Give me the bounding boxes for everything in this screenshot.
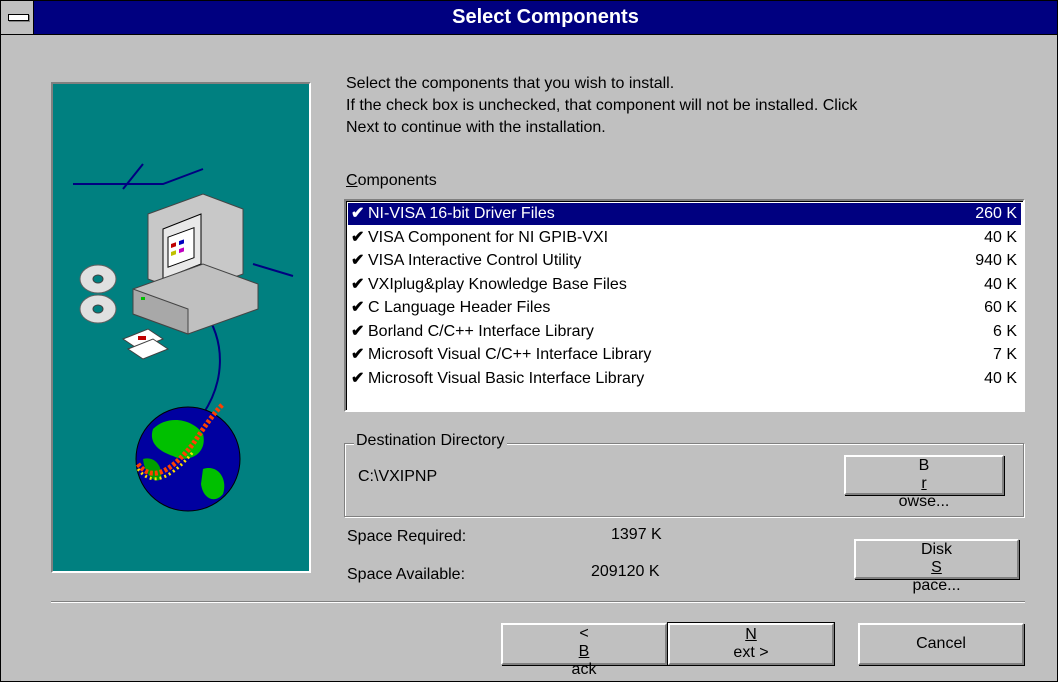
component-size: 40 K — [984, 369, 1017, 387]
component-name: NI-VISA 16-bit Driver Files — [368, 205, 555, 222]
disk-space-label-first: Disk — [920, 541, 953, 558]
component-size: 940 K — [975, 252, 1017, 269]
back-label-mnemonic: B — [578, 643, 590, 660]
component-name: Borland C/C++ Interface Library — [368, 322, 594, 340]
back-label-rest: ack — [571, 661, 597, 678]
next-label-rest: ext > — [733, 644, 769, 661]
checkmark-icon[interactable]: ✔ — [351, 274, 367, 296]
components-label: Components — [346, 172, 437, 190]
component-item[interactable]: ✔ VISA Component for NI GPIB-VXI 40 K — [348, 227, 1021, 249]
browse-label-mnemonic: r — [921, 475, 927, 492]
disk-space-label-rest: pace... — [912, 577, 961, 594]
component-size: 60 K — [984, 299, 1017, 316]
checkmark-icon[interactable]: ✔ — [351, 368, 367, 390]
window-title: Select Components — [452, 6, 639, 28]
component-size: 40 K — [984, 275, 1017, 293]
disk-space-button[interactable]: Disk Space... — [854, 539, 1019, 594]
browse-label-first: B — [918, 457, 930, 474]
space-required-value: 1397 K — [611, 526, 662, 543]
checkmark-icon[interactable]: ✔ — [351, 203, 367, 225]
setup-dialog: Select Components Select the components … — [0, 0, 1058, 682]
component-item[interactable]: ✔ NI-VISA 16-bit Driver Files 260 K — [348, 203, 1021, 225]
instructions-line-2: If the check box is unchecked, that comp… — [346, 97, 858, 114]
instructions: Select the components that you wish to i… — [346, 73, 1026, 139]
cancel-button[interactable]: Cancel — [858, 623, 1024, 665]
instructions-line-1: Select the components that you wish to i… — [346, 75, 675, 92]
disk-space-label-mnemonic: S — [931, 559, 942, 576]
browse-label-rest: owse... — [898, 493, 950, 510]
space-available-value: 209120 K — [591, 563, 660, 580]
system-menu-icon — [8, 14, 29, 21]
checkmark-icon[interactable]: ✔ — [351, 321, 367, 343]
component-item[interactable]: ✔ Microsoft Visual C/C++ Interface Librar… — [348, 344, 1021, 366]
separator — [51, 601, 1025, 603]
browse-button[interactable]: Br owse... — [844, 455, 1004, 510]
setup-illustration — [51, 82, 311, 573]
checkmark-icon[interactable]: ✔ — [351, 344, 367, 366]
component-item[interactable]: ✔ Borland C/C++ Interface Library 6 K — [348, 321, 1021, 343]
space-available-label: Space Available: — [347, 566, 466, 583]
component-name: Microsoft Visual Basic Interface Library — [368, 369, 645, 387]
destination-path: C:\VXIPNP — [358, 468, 438, 485]
title-bar: Select Components — [1, 1, 1057, 35]
component-name: Microsoft Visual C/C++ Interface Library — [368, 346, 652, 363]
component-size: 40 K — [984, 228, 1017, 246]
checkmark-icon[interactable]: ✔ — [351, 227, 367, 249]
components-label-rest: omponents — [357, 172, 437, 189]
next-label-mnemonic: N — [745, 626, 757, 643]
component-item[interactable]: ✔ VISA Interactive Control Utility 940 K — [348, 250, 1021, 272]
component-name: VISA Component for NI GPIB-VXI — [368, 228, 609, 246]
computer-globe-illustration — [73, 163, 294, 512]
component-size: 6 K — [992, 322, 1017, 340]
checkmark-icon[interactable]: ✔ — [351, 297, 367, 319]
system-menu-button[interactable] — [1, 1, 34, 34]
back-button[interactable]: < Back — [501, 623, 667, 678]
components-label-mnemonic: C — [346, 172, 358, 189]
back-label-prefix: < — [579, 625, 589, 642]
components-listbox[interactable]: ✔ NI-VISA 16-bit Driver Files 260 K ✔ VISA C… — [344, 199, 1025, 412]
component-size: 7 K — [992, 346, 1017, 363]
component-size: 260 K — [975, 205, 1017, 222]
component-item[interactable]: ✔ VXIplug&play Knowledge Base Files 40 K — [348, 274, 1021, 296]
checkmark-icon[interactable]: ✔ — [351, 250, 367, 272]
component-name: C Language Header Files — [368, 299, 551, 316]
component-item[interactable]: ✔ C Language Header Files 60 K — [348, 297, 1021, 319]
component-item[interactable]: ✔ Microsoft Visual Basic Interface Librar… — [348, 368, 1021, 390]
component-name: VISA Interactive Control Utility — [368, 252, 582, 269]
next-button[interactable]: Next > — [667, 622, 835, 666]
space-required-label: Space Required: — [347, 528, 467, 545]
destination-label: Destination Directory — [354, 432, 507, 450]
instructions-line-3: Next to continue with the installation. — [346, 119, 606, 136]
component-name: VXIplug&play Knowledge Base Files — [368, 275, 627, 293]
